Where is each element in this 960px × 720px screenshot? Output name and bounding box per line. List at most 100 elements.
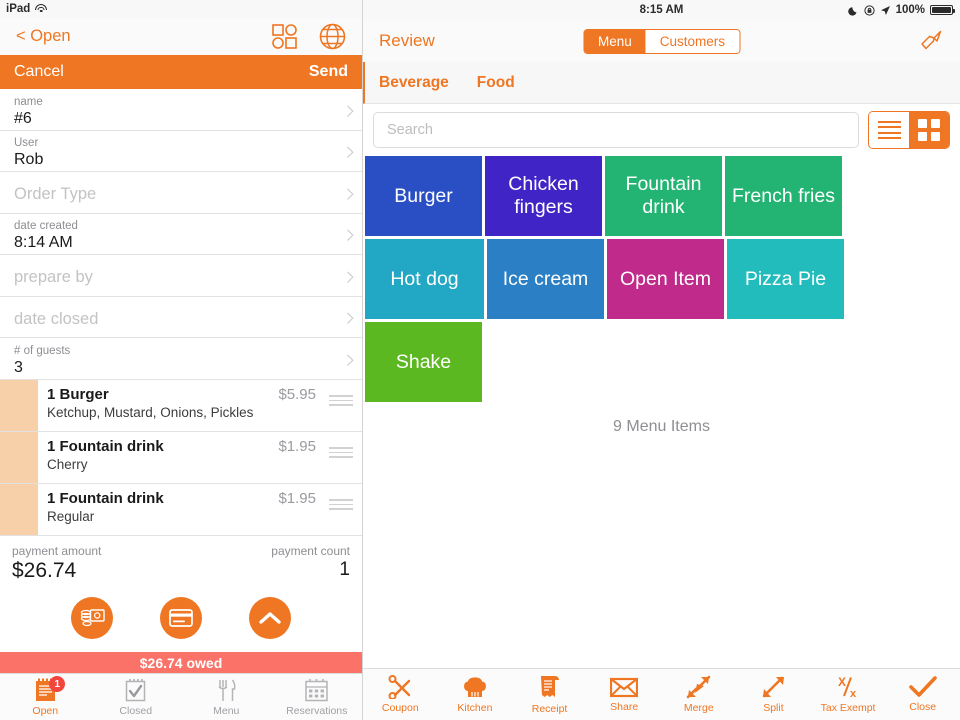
field-label: name (14, 95, 43, 108)
table-row[interactable]: 1 Fountain drink $1.95 Cherry (0, 431, 362, 484)
drag-handle-icon[interactable] (329, 446, 353, 461)
field-value: 3 (14, 358, 23, 376)
tax-exempt-icon: X x (834, 675, 862, 699)
split-arrows-icon (761, 675, 786, 699)
form-row-user[interactable]: User Rob (0, 131, 362, 173)
svg-text:X: X (838, 675, 846, 689)
list-view-icon[interactable] (869, 112, 909, 148)
rotation-lock-icon (863, 4, 875, 16)
menu-tile[interactable]: Pizza Pie (727, 239, 844, 319)
search-input[interactable]: Search (373, 112, 859, 148)
toolbar-kitchen-button[interactable]: Kitchen (438, 669, 513, 720)
form-row-date-created[interactable]: date created 8:14 AM (0, 214, 362, 256)
search-row: Search (363, 104, 960, 156)
battery-icon (930, 4, 956, 16)
sidebar-item-reservations[interactable]: Reservations (272, 674, 363, 720)
status-badge: 1 (49, 676, 66, 693)
field-label: date created (14, 220, 78, 233)
tab-customers[interactable]: Customers (645, 29, 740, 53)
chef-hat-icon (462, 675, 488, 699)
send-button[interactable]: Send (309, 63, 348, 81)
item-price: $1.95 (278, 489, 316, 507)
toolbar-close-button[interactable]: Close (885, 669, 960, 720)
item-status-stripe (0, 379, 38, 431)
page-title: Review (379, 31, 435, 50)
toolbar-share-button[interactable]: Share (587, 669, 662, 720)
form-row-prepare-by[interactable]: prepare by (0, 255, 362, 297)
left-tab-bar: 1 Open Closed Menu Reservations (0, 673, 362, 720)
left-nav-bar: < Open (0, 17, 362, 56)
toolbar-merge-button[interactable]: Merge (662, 669, 737, 720)
menu-tile[interactable]: Burger (365, 156, 482, 236)
shapes-grid-icon[interactable] (272, 24, 297, 49)
field-value: #6 (14, 109, 32, 127)
cancel-button[interactable]: Cancel (14, 63, 64, 81)
sidebar-item-closed[interactable]: Closed (91, 674, 182, 720)
item-status-stripe (0, 483, 38, 535)
toolbar-label: Close (909, 701, 937, 713)
tab-beverage[interactable]: Beverage (379, 74, 449, 92)
back-to-open-button[interactable]: < Open (16, 27, 71, 46)
menu-tile[interactable]: Hot dog (365, 239, 484, 319)
menu-tile[interactable]: Shake (365, 322, 482, 402)
globe-icon[interactable] (319, 23, 346, 50)
right-nav-bar: Review Menu Customers (363, 20, 960, 62)
menu-tile-label: Fountain drink (625, 173, 702, 218)
tab-menu[interactable]: Menu (583, 29, 646, 53)
expand-payments-button[interactable] (249, 596, 291, 639)
order-toolbar: Coupon Kitchen Receipt Share Merge Split… (363, 668, 960, 720)
toolbar-tax-exempt-button[interactable]: X x Tax Exempt (811, 669, 886, 720)
toolbar-label: Kitchen (457, 702, 493, 714)
form-row-guests[interactable]: # of guests 3 (0, 338, 362, 380)
menu-tile-label: French fries (732, 184, 835, 207)
menu-customers-segmented-control[interactable]: Menu Customers (582, 28, 741, 54)
right-menu-panel: 8:15 AM 100% Review Menu Customers Bever… (363, 0, 960, 720)
toolbar-label: Merge (683, 702, 714, 714)
toolbar-label: Split (763, 702, 784, 714)
item-modifiers: Regular (47, 508, 95, 524)
table-row[interactable]: 1 Fountain drink $1.95 Regular (0, 483, 362, 536)
checkmark-icon (908, 676, 937, 698)
drag-handle-icon[interactable] (329, 394, 353, 409)
toolbar-split-button[interactable]: Split (736, 669, 811, 720)
sidebar-item-open[interactable]: 1 Open (0, 674, 91, 720)
drag-handle-icon[interactable] (329, 498, 353, 513)
sidebar-item-label: Menu (213, 704, 240, 717)
menu-tile[interactable]: Chicken fingers (485, 156, 602, 236)
moon-icon (847, 5, 859, 16)
payment-amount-value: $26.74 (12, 558, 77, 582)
sidebar-item-menu[interactable]: Menu (181, 674, 272, 720)
fork-knife-icon (215, 678, 238, 703)
menu-tile[interactable]: Open Item (607, 239, 724, 319)
card-payment-button[interactable] (160, 596, 202, 639)
menu-tile-label: Pizza Pie (744, 267, 827, 290)
menu-tile-label: Shake (395, 350, 452, 373)
toolbar-coupon-button[interactable]: Coupon (363, 669, 438, 720)
menu-tile[interactable]: Ice cream (487, 239, 604, 319)
credit-card-icon (169, 609, 193, 627)
view-toggle[interactable] (868, 111, 950, 149)
right-status-bar: 8:15 AM 100% (363, 0, 960, 20)
order-items-list: 1 Burger $5.95 Ketchup, Mustard, Onions,… (0, 379, 362, 536)
toolbar-receipt-button[interactable]: Receipt (512, 669, 587, 720)
sidebar-item-label: Reservations (286, 704, 348, 717)
cash-payment-button[interactable] (71, 596, 113, 639)
table-row[interactable]: 1 Burger $5.95 Ketchup, Mustard, Onions,… (0, 379, 362, 432)
payment-amount-label: payment amount (12, 543, 102, 558)
form-row-date-closed[interactable]: date closed (0, 297, 362, 339)
paintbrush-icon[interactable] (918, 28, 944, 54)
grid-view-icon[interactable] (909, 112, 949, 148)
envelope-icon (610, 677, 639, 698)
form-row-order-type[interactable]: Order Type (0, 172, 362, 214)
payment-count-label: payment count (271, 543, 350, 558)
toolbar-label: Share (610, 700, 639, 713)
form-row-name[interactable]: name #6 (0, 89, 362, 131)
item-name: 1 Burger (47, 385, 109, 403)
item-price: $5.95 (278, 385, 316, 403)
field-placeholder: Order Type (14, 185, 97, 204)
menu-tile[interactable]: Fountain drink (605, 156, 722, 236)
menu-tile[interactable]: French fries (725, 156, 842, 236)
tab-food[interactable]: Food (477, 74, 515, 92)
payment-count-value: 1 (339, 558, 350, 580)
menu-tile-label: Hot dog (390, 267, 459, 290)
